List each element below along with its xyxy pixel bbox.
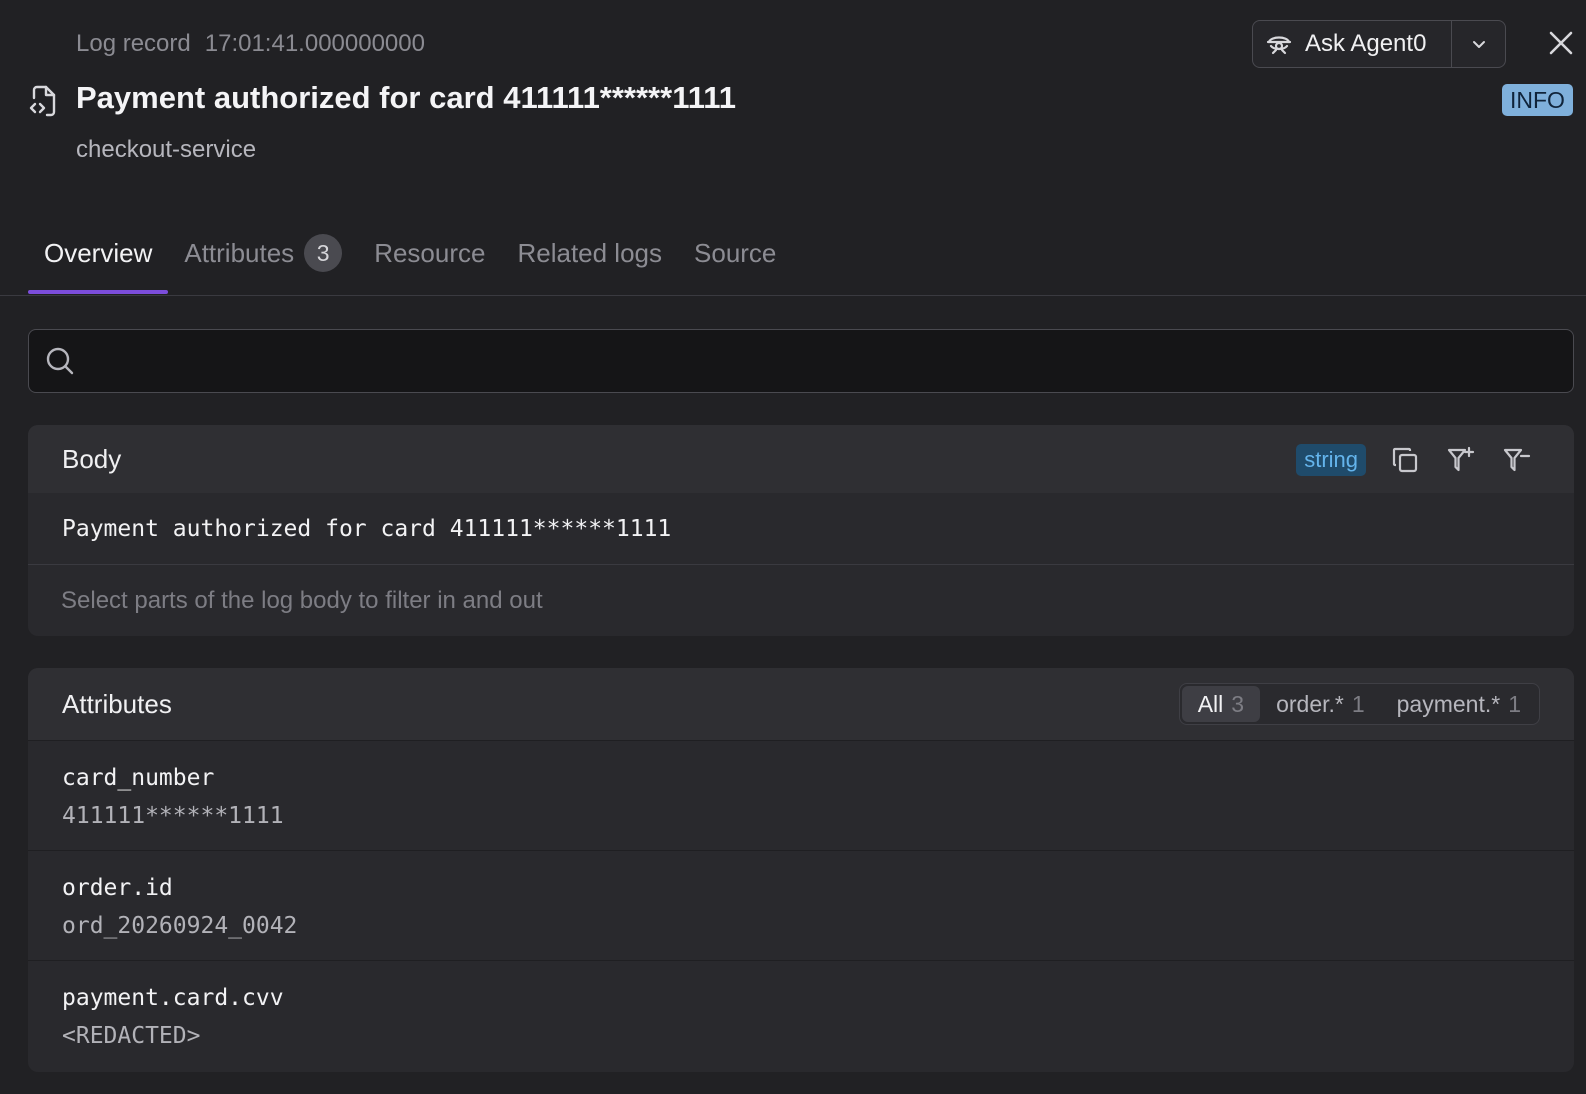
copy-button[interactable]	[1388, 443, 1422, 477]
filter-chip-label: payment.*	[1396, 690, 1501, 717]
attribute-value: 411111******1111	[62, 803, 284, 829]
filter-chip-label: All	[1197, 690, 1224, 717]
attribute-row[interactable]: order.id ord_20260924_0042	[28, 851, 1574, 961]
file-code-icon	[29, 85, 56, 117]
tab-resource[interactable]: Resource	[358, 220, 501, 286]
chevron-down-icon	[1472, 41, 1485, 48]
severity-badge: INFO	[1502, 84, 1573, 116]
type-badge: string	[1296, 444, 1366, 476]
search-icon	[46, 347, 74, 375]
log-record-panel: Log record 17:01:41.000000000 Payment au…	[0, 0, 1586, 1094]
body-card: Body string Payment authorized for card …	[28, 425, 1574, 636]
log-body-text[interactable]: Payment authorized for card 411111******…	[28, 493, 1574, 565]
attribute-filter-group: All 3 order.* 1 payment.* 1	[1178, 683, 1540, 725]
attributes-card-header: Attributes All 3 order.* 1 payment.* 1	[28, 668, 1574, 741]
filter-chip-order[interactable]: order.* 1	[1260, 686, 1381, 722]
attributes-title: Attributes	[62, 688, 172, 719]
tab-bar: Overview Attributes 3 Resource Related l…	[28, 220, 1586, 296]
filter-out-icon	[1503, 448, 1531, 472]
tab-label: Resource	[374, 237, 486, 268]
tab-label: Related logs	[517, 237, 663, 268]
body-title: Body	[62, 443, 122, 474]
filter-chip-count: 3	[1231, 690, 1245, 717]
body-tools: string	[1296, 443, 1534, 477]
ask-agent-menu-button[interactable]	[1451, 21, 1505, 67]
tab-label: Attributes	[184, 237, 295, 268]
filter-out-button[interactable]	[1500, 443, 1534, 477]
tabs-divider	[0, 295, 1586, 296]
filter-chip-count: 1	[1351, 690, 1365, 717]
filter-chip-all[interactable]: All 3	[1181, 686, 1261, 722]
close-icon[interactable]	[1548, 30, 1574, 56]
tab-label: Overview	[44, 237, 153, 268]
filter-in-icon	[1447, 446, 1475, 472]
tab-label: Source	[694, 237, 777, 268]
attribute-row[interactable]: card_number 411111******1111	[28, 741, 1574, 851]
filter-chip-label: order.*	[1276, 690, 1344, 717]
search-input[interactable]	[87, 348, 1573, 374]
body-hint: Select parts of the log body to filter i…	[61, 586, 543, 614]
attribute-key: order.id	[62, 875, 173, 901]
attribute-value: ord_20260924_0042	[62, 913, 298, 939]
search-box	[28, 329, 1574, 393]
filter-chip-payment[interactable]: payment.* 1	[1381, 686, 1537, 722]
tab-attributes[interactable]: Attributes 3	[168, 220, 358, 286]
record-meta: Log record 17:01:41.000000000	[76, 30, 425, 58]
record-label: Log record	[76, 30, 191, 57]
tab-overview[interactable]: Overview	[28, 220, 169, 294]
tab-count-badge: 3	[304, 234, 343, 272]
ask-agent-group: Ask Agent0	[1252, 20, 1506, 68]
record-timestamp: 17:01:41.000000000	[204, 30, 425, 57]
body-card-header: Body string	[28, 425, 1574, 493]
attribute-key: payment.card.cvv	[62, 985, 284, 1011]
ask-agent-button[interactable]: Ask Agent0	[1253, 21, 1451, 67]
ask-agent-label: Ask Agent0	[1305, 30, 1427, 57]
copy-icon	[1392, 447, 1418, 473]
attributes-card: Attributes All 3 order.* 1 payment.* 1 c…	[28, 668, 1574, 1072]
attribute-key: card_number	[62, 765, 215, 791]
tab-related-logs[interactable]: Related logs	[501, 220, 678, 286]
filter-chip-count: 1	[1508, 690, 1521, 717]
attribute-row[interactable]: payment.card.cvv <REDACTED>	[28, 961, 1574, 1071]
tab-source[interactable]: Source	[678, 220, 792, 286]
filter-in-button[interactable]	[1444, 443, 1478, 477]
service-name: checkout-service	[76, 136, 257, 163]
agent-icon	[1266, 36, 1292, 55]
page-title: Payment authorized for card 411111******…	[76, 80, 737, 115]
attribute-value: <REDACTED>	[62, 1023, 201, 1049]
